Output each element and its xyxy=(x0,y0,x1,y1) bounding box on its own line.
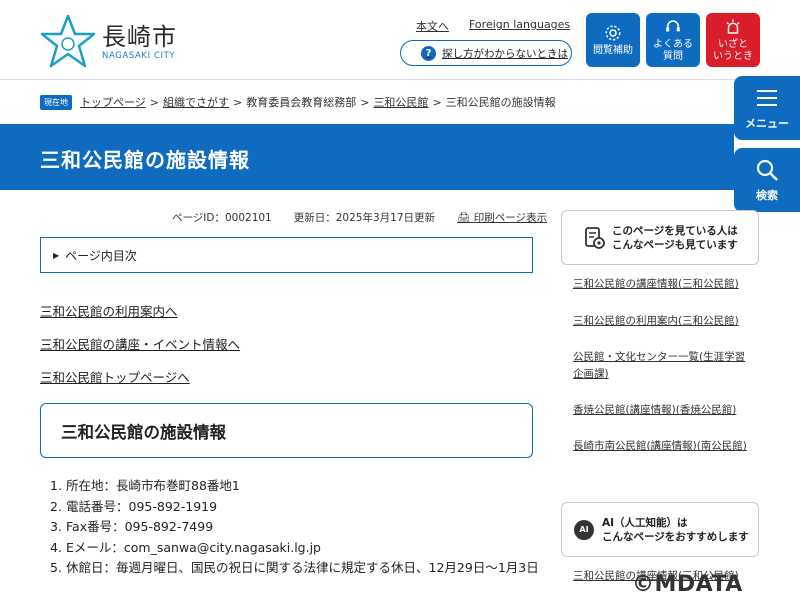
accessibility-label: 閲覧補助 xyxy=(593,44,633,56)
emergency-button[interactable]: いざと いうとき xyxy=(706,13,760,67)
page-meta: ページID：0002101 更新日：2025年3月17日更新 🖨 印刷ページ表示 xyxy=(172,210,547,225)
page-title: 三和公民館の施設情報 xyxy=(40,148,250,172)
phone: 電話番号：095-892-1919 xyxy=(66,498,218,514)
ai-head-icon: AI xyxy=(574,519,594,540)
alert-light-icon xyxy=(726,19,740,34)
star-logo-icon xyxy=(40,14,96,68)
page-id: ページID：0002101 xyxy=(172,212,272,224)
sanwa-top-link[interactable]: 三和公民館トップページへ xyxy=(40,367,190,386)
site-logo[interactable]: 長崎市 NAGASAKI CITY xyxy=(40,14,177,70)
current-location-badge: 現在地 xyxy=(40,94,72,110)
triangle-right-icon: ▶ xyxy=(53,250,60,260)
breadcrumb: 現在地 トップページ > 組織でさがす > 教育委員会教育総務部 > 三和公民館… xyxy=(40,94,556,110)
breadcrumb-organization[interactable]: 組織でさがす xyxy=(163,94,229,110)
related-pages-card: このページを見ている人は こんなページも見ています xyxy=(561,210,759,265)
headset-icon xyxy=(666,19,680,31)
logo-subtitle: NAGASAKI CITY xyxy=(102,51,176,61)
toc-label: ページ内目次 xyxy=(65,248,137,263)
print-label: 印刷ページ表示 xyxy=(473,212,547,224)
facility-info-list: 1. 所在地：長崎市布巻町88番地1 2. 電話番号：095-892-1919 3.… xyxy=(50,476,540,579)
menu-label: メニュー xyxy=(745,117,789,130)
document-eye-icon xyxy=(585,226,605,249)
ai-title-1: AI（人工知能）は xyxy=(602,516,688,529)
ai-title-2: こんなページをおすすめします xyxy=(602,530,749,543)
search-help-button[interactable]: ? 探し方がわからないときは xyxy=(400,40,572,66)
faq-label-1: よくある xyxy=(653,38,693,50)
skip-to-content-link[interactable]: 本文へ xyxy=(416,18,449,34)
related-link[interactable]: 公民館・文化センター一覧(生涯学習企画課) xyxy=(573,349,753,383)
search-button[interactable]: 検索 xyxy=(734,148,800,212)
question-icon: ? xyxy=(421,45,436,61)
search-label: 検索 xyxy=(756,189,778,202)
related-title-1: このページを見ている人は xyxy=(612,224,738,237)
address: 所在地：長崎市布巻町88番地1 xyxy=(66,478,240,493)
faq-label-2: 質問 xyxy=(663,50,683,62)
printer-icon: 🖨 xyxy=(457,212,471,224)
breadcrumb-department: 教育委員会教育総務部 xyxy=(246,96,357,109)
list-item: 4. Eメール：com_sanwa@city.nagasaki.lg.jp xyxy=(50,538,540,559)
related-link[interactable]: 三和公民館の利用案内(三和公民館) xyxy=(573,313,753,330)
related-link[interactable]: 香焼公民館(講座情報)(香焼公民館) xyxy=(573,402,753,419)
email: Eメール：com_sanwa@city.nagasaki.lg.jp xyxy=(66,539,321,555)
list-item: 5. 休館日：毎週月曜日、国民の祝日に関する法律に規定する休日、12月29日～1月… xyxy=(50,558,540,579)
site-header: 長崎市 NAGASAKI CITY 本文へ Foreign languages … xyxy=(0,0,800,80)
breadcrumb-home[interactable]: トップページ xyxy=(80,94,146,110)
logo-title: 長崎市 xyxy=(102,23,177,51)
search-icon xyxy=(756,159,778,181)
menu-button[interactable]: メニュー xyxy=(734,76,800,140)
fax: Fax番号：095-892-7499 xyxy=(66,519,214,534)
ai-recommend-card: AI AI（人工知能）は こんなページをおすすめします xyxy=(561,502,759,557)
breadcrumb-current: 三和公民館の施設情報 xyxy=(445,96,556,109)
related-link[interactable]: 長崎市南公民館(講座情報)(南公民館) xyxy=(573,438,753,455)
title-banner: 三和公民館の施設情報 xyxy=(0,124,734,190)
accessibility-button[interactable]: 閲覧補助 xyxy=(586,13,640,67)
breadcrumb-sanwa[interactable]: 三和公民館 xyxy=(373,94,428,110)
list-item: 2. 電話番号：095-892-1919 xyxy=(50,497,540,518)
list-item: 1. 所在地：長崎市布巻町88番地1 xyxy=(50,476,540,497)
usage-guide-link[interactable]: 三和公民館の利用案内へ xyxy=(40,301,178,320)
watermark: ©MDATA xyxy=(632,572,743,597)
hamburger-icon xyxy=(757,90,777,106)
search-help-label: 探し方がわからないときは xyxy=(442,47,568,60)
gear-icon xyxy=(605,25,621,40)
list-item: 3. Fax番号：095-892-7499 xyxy=(50,517,540,538)
faq-button[interactable]: よくある 質問 xyxy=(646,13,700,67)
related-link[interactable]: 三和公民館の講座情報(三和公民館) xyxy=(573,276,753,293)
closed-days: 休館日：毎週月曜日、国民の祝日に関する法律に規定する休日、12月29日～1月3日 xyxy=(66,560,539,575)
updated-date: 更新日：2025年3月17日更新 xyxy=(293,212,436,224)
section-heading-box: 三和公民館の施設情報 xyxy=(40,403,533,458)
events-link[interactable]: 三和公民館の講座・イベント情報へ xyxy=(40,334,240,353)
foreign-languages-link[interactable]: Foreign languages xyxy=(469,18,570,34)
section-title: 三和公民館の施設情報 xyxy=(61,422,226,442)
emergency-label-1: いざと xyxy=(718,38,748,50)
table-of-contents-toggle[interactable]: ▶ ページ内目次 xyxy=(40,237,533,273)
emergency-label-2: いうとき xyxy=(713,50,753,62)
related-title-2: こんなページも見ています xyxy=(612,238,738,251)
print-link[interactable]: 🖨 印刷ページ表示 xyxy=(457,210,547,225)
